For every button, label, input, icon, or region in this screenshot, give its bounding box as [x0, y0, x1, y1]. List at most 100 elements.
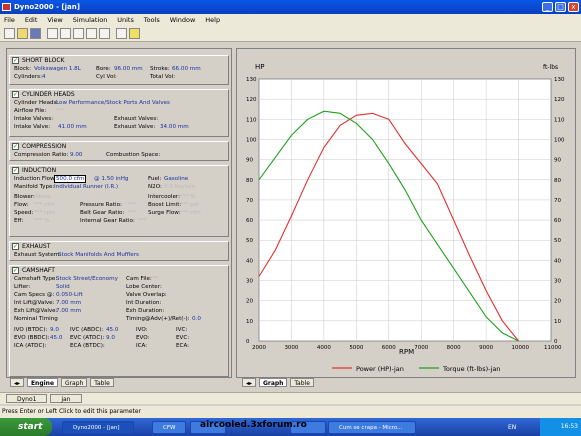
system-tray-clock[interactable]: 16:53: [540, 418, 581, 436]
internal-gear-value[interactable]: ***: [138, 217, 146, 225]
evo-label: EVO (BBDC):: [14, 335, 50, 341]
menu-units[interactable]: Units: [117, 16, 134, 24]
maximize-button[interactable]: □: [555, 2, 566, 12]
boost-limit-value[interactable]: *** psi: [180, 201, 198, 209]
camshaft-checkbox[interactable]: ✓: [12, 267, 19, 274]
heads-value[interactable]: Low Performance/Stock Ports And Valves: [56, 99, 170, 107]
menu-help[interactable]: Help: [205, 16, 220, 24]
surge-flow-value[interactable]: *** cfm: [180, 209, 201, 217]
compression-ratio-value[interactable]: 9.00: [70, 151, 82, 159]
induction-flow-at[interactable]: @ 1.50 inHg: [94, 175, 128, 183]
menu-file[interactable]: File: [4, 16, 15, 24]
menu-view[interactable]: View: [47, 16, 62, 24]
blower-label: Blower:: [14, 194, 35, 200]
stroke-value[interactable]: 66.00 mm: [172, 65, 201, 73]
taskbar-item-word[interactable]: Cum se crapa - Micro...: [328, 421, 416, 434]
start-button[interactable]: start: [0, 418, 52, 436]
help-icon[interactable]: [129, 28, 140, 39]
exh-lift-value[interactable]: 7.00 mm: [56, 307, 81, 315]
new-icon[interactable]: [4, 28, 15, 39]
speed-value[interactable]: *** rpm: [34, 209, 55, 217]
menu-simulation[interactable]: Simulation: [73, 16, 108, 24]
eff-value[interactable]: *** %: [34, 217, 49, 225]
exhaust-valve-value[interactable]: 34.00 mm: [160, 123, 189, 131]
intercooler-value[interactable]: *** %: [180, 193, 195, 201]
tool-icon[interactable]: [99, 28, 110, 39]
ivo-value[interactable]: 9.0: [50, 326, 59, 334]
int-lift-value[interactable]: 7.00 mm: [56, 299, 81, 307]
timing-value[interactable]: 0.0: [192, 315, 201, 323]
camshaft-type-value[interactable]: Stock Street/Economy: [56, 275, 118, 283]
y-tick-label-left: 30: [246, 279, 253, 285]
tool-icon[interactable]: [86, 28, 97, 39]
tool-icon[interactable]: [60, 28, 71, 39]
chart-panel: HP ft-lbs RPM 2000 3000 4000 5000 6000 7000 80…: [236, 48, 576, 378]
doc-tab-dyno1[interactable]: Dyno1: [6, 394, 48, 403]
menu-tools[interactable]: Tools: [144, 16, 160, 24]
n2o-value[interactable]: 0.0 lbs/min: [164, 183, 195, 191]
belt-gear-label: Belt Gear Ratio:: [80, 210, 125, 216]
blower-value[interactable]: None: [36, 193, 51, 201]
tab-graph-view[interactable]: Graph: [258, 378, 288, 387]
ivc-label: IVC (ABDC):: [70, 327, 104, 333]
compression-checkbox[interactable]: ✓: [12, 143, 19, 150]
tab-engine[interactable]: Engine: [26, 378, 59, 387]
y-tick-label-right: 30: [554, 279, 561, 285]
print-icon[interactable]: [116, 28, 127, 39]
fuel-value[interactable]: Gasoline: [164, 175, 188, 183]
int-lift-label: Int Lift@Valve:: [14, 300, 55, 306]
airflow-label: Airflow File:: [14, 108, 47, 114]
cam-specs-value[interactable]: 0.050-Lift: [56, 291, 83, 299]
tab-table-view[interactable]: Table: [290, 378, 314, 387]
doc-tab-jan[interactable]: jan: [50, 394, 82, 403]
flow-value[interactable]: *** cfm: [34, 201, 55, 209]
cylinder-heads-checkbox[interactable]: ✓: [12, 91, 19, 98]
minimize-button[interactable]: _: [542, 2, 553, 12]
status-bar: Press Enter or Left Click to edit this p…: [0, 406, 581, 418]
evc-label: EVC (ATDC):: [70, 335, 105, 341]
menu-edit[interactable]: Edit: [25, 16, 38, 24]
exhaust-system-value[interactable]: Stock Manifolds And Mufflers: [58, 251, 139, 259]
y-tick-label-left: 80: [246, 178, 253, 184]
short-block-checkbox[interactable]: ✓: [12, 57, 19, 64]
taskbar-item-cfw[interactable]: CFW: [152, 421, 186, 434]
camshaft-section: ✓ CAMSHAFT Camshaft Type: Stock Street/Eco…: [9, 265, 229, 377]
exhaust-checkbox[interactable]: ✓: [12, 243, 19, 250]
block-value[interactable]: Volkswagen 1.8L: [34, 65, 81, 73]
menu-window[interactable]: Window: [170, 16, 196, 24]
language-indicator[interactable]: EN: [508, 424, 516, 431]
exhaust-valves-label: Exhaust Valves:: [114, 116, 159, 122]
tab-table[interactable]: Table: [90, 378, 114, 387]
evc-value[interactable]: 9.0: [106, 334, 115, 342]
close-button[interactable]: x: [568, 2, 579, 12]
open-icon[interactable]: [17, 28, 28, 39]
cylinders-value[interactable]: 4: [42, 73, 46, 81]
compression-section: ✓ COMPRESSION Compression Ratio: 9.00 Combu…: [9, 141, 229, 161]
flow-label: Flow:: [14, 202, 29, 208]
tool-icon[interactable]: [47, 28, 58, 39]
tab-scroll-left[interactable]: ◂▸: [242, 378, 257, 387]
airflow-value[interactable]: ***: [56, 107, 64, 115]
window-title-bar[interactable]: Dyno2000 - [jan]: [0, 0, 581, 14]
manifold-value[interactable]: Individual Runner (I.R.): [54, 183, 118, 191]
save-icon[interactable]: [30, 28, 41, 39]
induction-flow-input[interactable]: 500.0 cfm: [54, 175, 87, 183]
tab-graph[interactable]: Graph: [60, 378, 88, 387]
cam-file-value[interactable]: ***: [150, 275, 158, 283]
exhaust-system-label: Exhaust System:: [14, 252, 61, 258]
tab-scroll-left[interactable]: ◂▸: [10, 378, 25, 387]
induction-checkbox[interactable]: ✓: [12, 167, 19, 174]
evo-value[interactable]: 45.0: [50, 334, 62, 342]
pressure-ratio-value[interactable]: ***: [128, 201, 136, 209]
lifter-value[interactable]: Solid: [56, 283, 70, 291]
ivc-value[interactable]: 45.0: [106, 326, 118, 334]
belt-gear-value[interactable]: ***: [128, 209, 136, 217]
tool-icon[interactable]: [73, 28, 84, 39]
manifold-label: Manifold Type:: [14, 184, 55, 190]
bore-value[interactable]: 96.00 mm: [114, 65, 143, 73]
taskbar-item-dyno2000[interactable]: Dyno2000 - [jan]: [62, 421, 134, 434]
intake-valve-value[interactable]: 41.00 mm: [58, 123, 87, 131]
internal-gear-label: Internal Gear Ratio:: [80, 218, 135, 224]
intake-valves-label: Intake Valves:: [14, 116, 53, 122]
x-tick-label: 9000: [479, 345, 493, 351]
